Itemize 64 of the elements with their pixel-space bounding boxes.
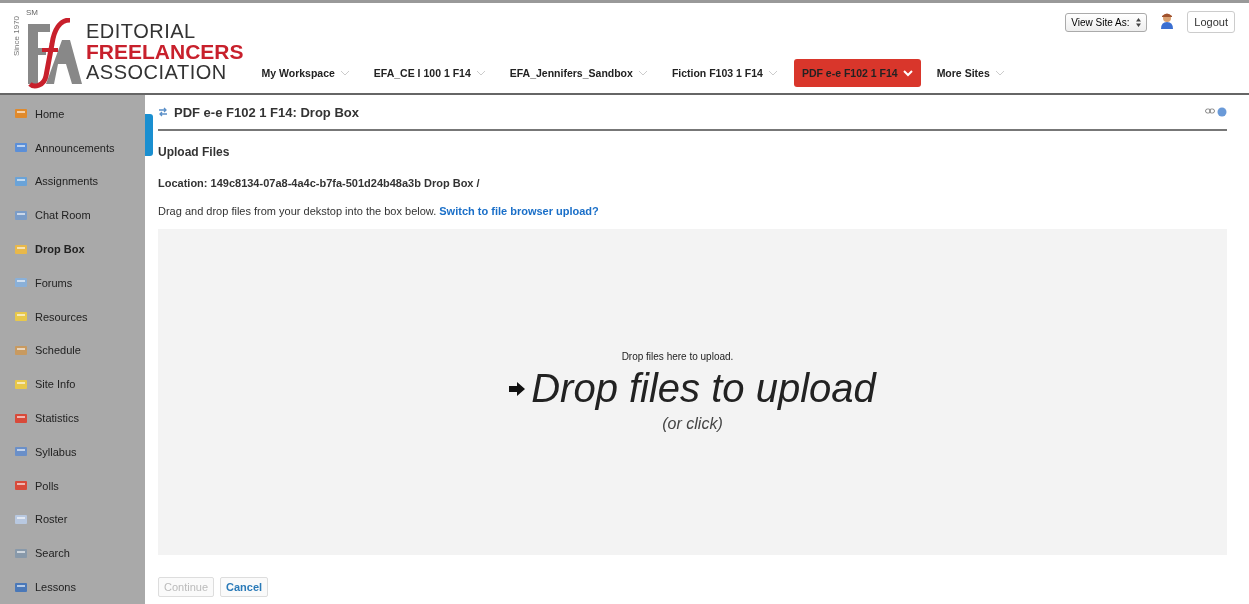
- tool-icon: [15, 311, 27, 323]
- drop-message: Drop files to upload: [531, 366, 876, 411]
- tool-link[interactable]: Assignments: [0, 164, 145, 199]
- site-tab[interactable]: EFA_CE I 100 1 F14: [365, 59, 494, 87]
- collapse-handle[interactable]: [145, 114, 153, 156]
- stepper-icon: [1136, 18, 1142, 27]
- drop-hint: Drop files here to upload.: [621, 351, 734, 362]
- chevron-icon: [767, 69, 778, 77]
- link-icon[interactable]: [1205, 107, 1215, 115]
- logo-text: ASSOCIATION: [86, 61, 228, 82]
- switch-upload-link[interactable]: Switch to file browser upload?: [439, 205, 599, 217]
- tool-link[interactable]: Announcements: [0, 130, 145, 165]
- site-tab[interactable]: My Workspace: [253, 59, 358, 87]
- tool-icon: [15, 344, 27, 356]
- tool-icon: [15, 108, 27, 120]
- tool-icon: [15, 378, 27, 390]
- logo-text: FREELANCERS: [86, 40, 244, 62]
- chevron-icon: [637, 69, 648, 77]
- tool-icon: [15, 243, 27, 255]
- section-heading: Upload Files: [158, 145, 231, 159]
- tool-icon: [15, 480, 27, 492]
- page-title: PDF e-e F102 1 F14: Drop Box: [174, 104, 359, 120]
- tool-icon: [15, 513, 27, 525]
- user-icon[interactable]: [1161, 13, 1174, 29]
- tool-link[interactable]: Statistics: [0, 401, 145, 435]
- cancel-button[interactable]: Cancel: [220, 577, 269, 597]
- tool-link[interactable]: Lessons: [0, 570, 145, 604]
- chevron-icon: [339, 69, 350, 77]
- tool-link[interactable]: Forums: [0, 266, 145, 300]
- service-mark: SM: [26, 8, 38, 17]
- tool-icon: [15, 547, 27, 559]
- tool-link[interactable]: Schedule: [0, 333, 145, 368]
- tool-icon: [15, 581, 27, 593]
- arrow-icon: [509, 381, 526, 396]
- drop-zone[interactable]: Drop files here to upload. Drop files to upload (or click): [158, 229, 1227, 555]
- tool-link[interactable]: Syllabus: [0, 434, 145, 469]
- drop-subtext: (or click): [662, 415, 723, 433]
- tool-icon: [15, 176, 27, 187]
- tool-icon: [15, 412, 27, 424]
- tool-icon: [15, 446, 27, 458]
- site-tab[interactable]: More Sites: [928, 59, 1013, 87]
- tool-link[interactable]: Search: [0, 536, 145, 571]
- site-tab[interactable]: Fiction F103 1 F14: [663, 59, 786, 87]
- tool-link[interactable]: Drop Box: [0, 232, 145, 266]
- chevron-icon: [994, 69, 1005, 77]
- tool-link[interactable]: Site Info: [0, 367, 145, 402]
- logo-text: EDITORIAL: [86, 20, 197, 41]
- tool-link[interactable]: Polls: [0, 468, 145, 503]
- tool-icon: [15, 142, 27, 154]
- tool-link[interactable]: Home: [0, 97, 145, 131]
- tool-link[interactable]: Resources: [0, 299, 145, 334]
- since-year: Since 1970: [12, 15, 21, 56]
- instructions: Drag and drop files from your dekstop into the box below.: [158, 205, 437, 217]
- tool-icon: [15, 209, 27, 221]
- logout-button[interactable]: Logout: [1187, 11, 1235, 33]
- location-path: Location: 149c8134-07a8-4a4c-b7fa-501d24b48a3b Drop Box /: [158, 177, 481, 189]
- tool-link[interactable]: Roster: [0, 502, 145, 537]
- chevron-icon: [902, 69, 913, 77]
- chevron-icon: [475, 69, 486, 77]
- tool-link[interactable]: Chat Room: [0, 198, 145, 233]
- swap-icon[interactable]: [158, 107, 168, 117]
- site-tab[interactable]: EFA_Jennifers_Sandbox: [501, 59, 656, 87]
- tool-icon: [15, 277, 27, 289]
- view-site-as-select[interactable]: View Site As:: [1065, 13, 1148, 32]
